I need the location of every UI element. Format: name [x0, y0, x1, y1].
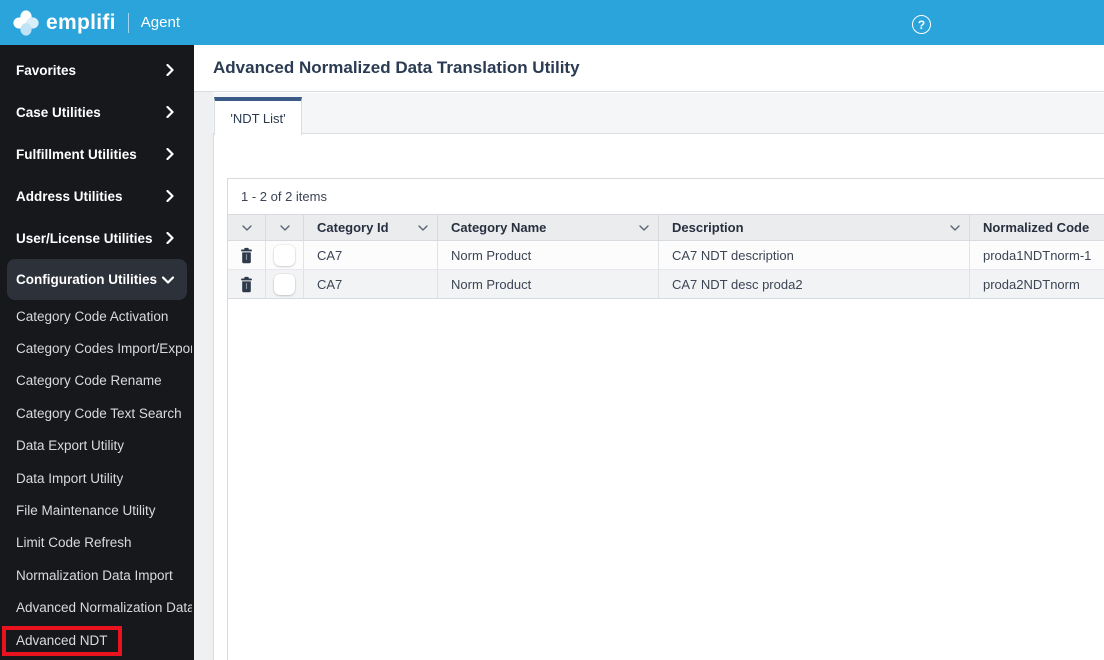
chevron-right-icon [166, 148, 174, 160]
delete-row-button[interactable] [239, 276, 254, 293]
pager-status: 1 - 2 of 2 items [228, 179, 1104, 214]
sidebar-item-fulfillment-utilities[interactable]: Fulfillment Utilities [0, 133, 194, 175]
sidebar-subitem-limit-code-refresh[interactable]: Limit Code Refresh [0, 527, 194, 559]
tab-strip [213, 93, 1104, 134]
sidebar-item-configuration-utilities[interactable]: Configuration Utilities [7, 259, 187, 300]
sidebar-top-sections: Favorites Case Utilities Fulfillment Uti… [0, 45, 194, 300]
column-header-select[interactable] [266, 215, 304, 240]
delete-cell [228, 270, 266, 298]
help-icon[interactable]: ? [912, 15, 931, 34]
chevron-right-icon [166, 232, 174, 244]
chevron-down-icon [162, 275, 174, 284]
column-header-normalized-code[interactable]: Normalized Code [970, 215, 1104, 240]
category-name-cell: Norm Product [438, 270, 659, 298]
select-cell [266, 241, 304, 269]
category-id-cell: CA7 [304, 270, 438, 298]
delete-row-button[interactable] [239, 247, 254, 264]
sidebar-item-favorites[interactable]: Favorites [0, 49, 194, 91]
brand-divider [127, 12, 129, 33]
category-name-cell: Norm Product [438, 241, 659, 269]
page-header: Advanced Normalized Data Translation Uti… [194, 45, 1104, 92]
tab-label: 'NDT List' [230, 110, 286, 126]
column-menu-chevron-icon [241, 224, 252, 231]
column-menu-chevron-icon [418, 224, 428, 231]
description-cell: CA7 NDT description [659, 241, 970, 269]
select-cell [266, 270, 304, 298]
emplifi-logo-icon [13, 9, 39, 36]
normalized-code-cell: proda1NDTnorm-1 [970, 241, 1104, 269]
top-app-bar: emplifi Agent ? [0, 0, 1104, 45]
category-id-cell: CA7 [304, 241, 438, 269]
sidebar-subitem-category-code-text-search[interactable]: Category Code Text Search [0, 397, 194, 429]
sidebar-item-address-utilities[interactable]: Address Utilities [0, 175, 194, 217]
column-header-category-id[interactable]: Category Id [304, 215, 438, 240]
brand-product-name: Agent [140, 14, 180, 31]
delete-cell [228, 241, 266, 269]
sidebar: Favorites Case Utilities Fulfillment Uti… [0, 45, 194, 660]
brand-name: emplifi [46, 10, 116, 34]
sidebar-subitem-category-codes-import-export[interactable]: Category Codes Import/Export [0, 332, 194, 364]
sidebar-item-case-utilities[interactable]: Case Utilities [0, 91, 194, 133]
column-header-delete[interactable] [228, 215, 266, 240]
column-header-description[interactable]: Description [659, 215, 970, 240]
column-menu-chevron-icon [639, 224, 649, 231]
sidebar-subitem-category-code-activation[interactable]: Category Code Activation [0, 300, 194, 332]
brand: emplifi Agent [0, 9, 180, 36]
ndt-data-grid: 1 - 2 of 2 items Category Id Category Na… [227, 178, 1104, 660]
sidebar-subitem-normalization-data-import[interactable]: Normalization Data Import [0, 559, 194, 591]
sidebar-subitem-file-maintenance-utility[interactable]: File Maintenance Utility [0, 494, 194, 526]
normalized-code-cell: proda2NDTnorm [970, 270, 1104, 298]
sidebar-item-user-license-utilities[interactable]: User/License Utilities [0, 217, 194, 259]
sidebar-subitem-data-import-utility[interactable]: Data Import Utility [0, 462, 194, 494]
chevron-right-icon [166, 190, 174, 202]
row-checkbox[interactable] [274, 273, 295, 295]
sidebar-subitem-advanced-ndt[interactable]: Advanced NDT [0, 624, 194, 656]
page-title: Advanced Normalized Data Translation Uti… [213, 58, 580, 77]
chevron-right-icon [166, 106, 174, 118]
help-glyph: ? [917, 17, 926, 32]
tab-ndt-list[interactable]: 'NDT List' [214, 97, 302, 135]
sidebar-subitem-category-code-rename[interactable]: Category Code Rename [0, 365, 194, 397]
sidebar-configuration-submenu: Category Code Activation Category Codes … [0, 300, 194, 656]
content-panel-border [213, 134, 214, 660]
sidebar-content-gutter [194, 92, 213, 660]
column-menu-chevron-icon [950, 224, 960, 231]
column-menu-chevron-icon [279, 224, 290, 231]
column-header-category-name[interactable]: Category Name [438, 215, 659, 240]
row-checkbox[interactable] [274, 244, 295, 266]
table-row: CA7 Norm Product CA7 NDT desc proda2 pro… [228, 270, 1104, 299]
sidebar-subitem-advanced-normalization-data[interactable]: Advanced Normalization Data [0, 592, 194, 624]
description-cell: CA7 NDT desc proda2 [659, 270, 970, 298]
trash-icon [241, 276, 252, 292]
trash-icon [241, 247, 252, 263]
sidebar-subitem-data-export-utility[interactable]: Data Export Utility [0, 430, 194, 462]
grid-header-row: Category Id Category Name Description No… [228, 214, 1104, 241]
table-row: CA7 Norm Product CA7 NDT description pro… [228, 241, 1104, 270]
chevron-right-icon [166, 64, 174, 76]
